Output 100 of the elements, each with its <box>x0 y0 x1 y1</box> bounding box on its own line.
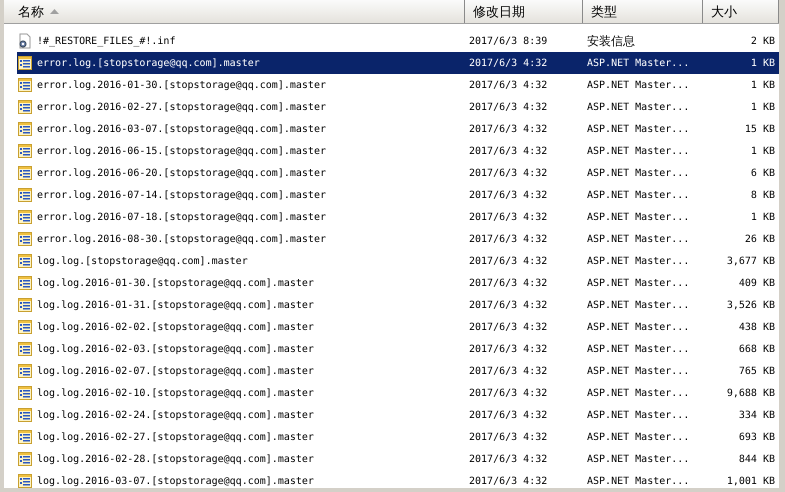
file-row[interactable]: log.log.2016-02-02.[stopstorage@qq.com].master 2017/6/3 4:32 ASP.NET Master... 438 KB <box>4 316 779 338</box>
file-type: ASP.NET Master... <box>586 410 690 420</box>
file-size: 1 KB <box>750 102 776 112</box>
file-row[interactable]: log.log.2016-02-03.[stopstorage@qq.com].master 2017/6/3 4:32 ASP.NET Master... 668 KB <box>4 338 779 360</box>
file-name: log.log.2016-02-10.[stopstorage@qq.com].master <box>37 388 314 398</box>
document-list-icon <box>17 209 33 225</box>
document-list-icon <box>17 55 33 71</box>
file-size: 1 KB <box>750 58 776 68</box>
file-name: error.log.2016-06-15.[stopstorage@qq.com].master <box>37 146 326 156</box>
document-list-icon <box>17 231 33 247</box>
file-type: ASP.NET Master... <box>586 256 690 266</box>
file-size: 668 KB <box>738 344 776 354</box>
file-row[interactable]: log.log.2016-01-31.[stopstorage@qq.com].master 2017/6/3 4:32 ASP.NET Master... 3,526 KB <box>4 294 779 316</box>
settings-file-icon <box>17 33 33 49</box>
file-name: log.log.2016-01-30.[stopstorage@qq.com].master <box>37 278 314 288</box>
file-row[interactable]: log.log.2016-01-30.[stopstorage@qq.com].master 2017/6/3 4:32 ASP.NET Master... 409 KB <box>4 272 779 294</box>
file-type: ASP.NET Master... <box>586 80 690 90</box>
column-header[interactable]: 名称 <box>4 0 465 23</box>
file-name: error.log.2016-03-07.[stopstorage@qq.com].master <box>37 124 326 134</box>
file-row[interactable]: error.log.2016-08-30.[stopstorage@qq.com].master 2017/6/3 4:32 ASP.NET Master... 26 KB <box>4 228 779 250</box>
file-row[interactable]: error.log.2016-06-15.[stopstorage@qq.com].master 2017/6/3 4:32 ASP.NET Master... 1 KB <box>4 140 779 162</box>
modified-date: 2017/6/3 4:32 <box>468 168 548 178</box>
modified-date: 2017/6/3 4:32 <box>468 322 548 332</box>
file-name: log.log.2016-02-03.[stopstorage@qq.com].master <box>37 344 314 354</box>
document-list-icon <box>17 363 33 379</box>
file-row[interactable]: error.log.2016-01-30.[stopstorage@qq.com].master 2017/6/3 4:32 ASP.NET Master... 1 KB <box>4 74 779 96</box>
file-size: 438 KB <box>738 322 776 332</box>
file-name: error.log.2016-07-18.[stopstorage@qq.com].master <box>37 212 326 222</box>
file-row[interactable]: error.log.[stopstorage@qq.com].master 2017/6/3 4:32 ASP.NET Master... 1 KB <box>17 52 779 74</box>
modified-date: 2017/6/3 4:32 <box>468 124 548 134</box>
file-row[interactable]: log.log.2016-02-27.[stopstorage@qq.com].master 2017/6/3 4:32 ASP.NET Master... 693 KB <box>4 426 779 448</box>
file-row[interactable]: log.log.2016-02-28.[stopstorage@qq.com].master 2017/6/3 4:32 ASP.NET Master... 844 KB <box>4 448 779 470</box>
file-row[interactable]: error.log.2016-07-18.[stopstorage@qq.com].master 2017/6/3 4:32 ASP.NET Master... 1 KB <box>4 206 779 228</box>
file-type: ASP.NET Master... <box>586 300 690 310</box>
column-header[interactable]: 修改日期 <box>465 0 583 23</box>
file-type: ASP.NET Master... <box>586 102 690 112</box>
file-name: error.log.2016-01-30.[stopstorage@qq.com].master <box>37 80 326 90</box>
file-row[interactable]: log.log.2016-02-24.[stopstorage@qq.com].master 2017/6/3 4:32 ASP.NET Master... 334 KB <box>4 404 779 426</box>
modified-date: 2017/6/3 4:32 <box>468 454 548 464</box>
modified-date: 2017/6/3 4:32 <box>468 278 548 288</box>
file-name: log.log.2016-02-02.[stopstorage@qq.com].master <box>37 322 314 332</box>
file-name: log.log.[stopstorage@qq.com].master <box>37 256 248 266</box>
file-type: ASP.NET Master... <box>586 344 690 354</box>
document-list-icon <box>17 143 33 159</box>
file-name: log.log.2016-03-07.[stopstorage@qq.com].master <box>37 476 314 486</box>
file-size: 1 KB <box>750 146 776 156</box>
modified-date: 2017/6/3 4:32 <box>468 476 548 486</box>
modified-date: 2017/6/3 4:32 <box>468 80 548 90</box>
document-list-icon <box>17 121 33 137</box>
modified-date: 2017/6/3 4:32 <box>468 410 548 420</box>
document-list-icon <box>17 341 33 357</box>
file-row[interactable]: log.log.[stopstorage@qq.com].master 2017/6/3 4:32 ASP.NET Master... 3,677 KB <box>4 250 779 272</box>
file-row[interactable]: log.log.2016-02-07.[stopstorage@qq.com].master 2017/6/3 4:32 ASP.NET Master... 765 KB <box>4 360 779 382</box>
file-row[interactable]: log.log.2016-02-10.[stopstorage@qq.com].master 2017/6/3 4:32 ASP.NET Master... 9,688 KB <box>4 382 779 404</box>
document-list-icon <box>17 319 33 335</box>
file-name: error.log.[stopstorage@qq.com].master <box>37 58 260 68</box>
file-size: 3,677 KB <box>726 256 776 266</box>
modified-date: 2017/6/3 4:32 <box>468 344 548 354</box>
file-size: 2 KB <box>750 36 776 46</box>
file-row[interactable]: error.log.2016-07-14.[stopstorage@qq.com].master 2017/6/3 4:32 ASP.NET Master... 8 KB <box>4 184 779 206</box>
file-row[interactable]: error.log.2016-02-27.[stopstorage@qq.com].master 2017/6/3 4:32 ASP.NET Master... 1 KB <box>4 96 779 118</box>
modified-date: 2017/6/3 4:32 <box>468 212 548 222</box>
modified-date: 2017/6/3 4:32 <box>468 146 548 156</box>
document-list-icon <box>17 473 33 488</box>
document-list-icon <box>17 165 33 181</box>
document-list-icon <box>17 77 33 93</box>
file-type: ASP.NET Master... <box>586 212 690 222</box>
file-type: ASP.NET Master... <box>586 278 690 288</box>
file-row[interactable]: log.log.2016-03-07.[stopstorage@qq.com].master 2017/6/3 4:32 ASP.NET Master... 1,001 KB <box>4 470 779 488</box>
file-row[interactable]: error.log.2016-03-07.[stopstorage@qq.com].master 2017/6/3 4:32 ASP.NET Master... 15 KB <box>4 118 779 140</box>
document-list-icon <box>17 385 33 401</box>
modified-date: 2017/6/3 8:39 <box>468 36 548 46</box>
document-list-icon <box>17 429 33 445</box>
modified-date: 2017/6/3 4:32 <box>468 234 548 244</box>
file-size: 409 KB <box>738 278 776 288</box>
document-list-icon <box>17 187 33 203</box>
file-name: log.log.2016-02-24.[stopstorage@qq.com].master <box>37 410 314 420</box>
modified-date: 2017/6/3 4:32 <box>468 300 548 310</box>
column-header[interactable]: 类型 <box>583 0 703 23</box>
file-type: ASP.NET Master... <box>586 322 690 332</box>
document-list-icon <box>17 253 33 269</box>
file-row[interactable]: error.log.2016-06-20.[stopstorage@qq.com].master 2017/6/3 4:32 ASP.NET Master... 6 KB <box>4 162 779 184</box>
modified-date: 2017/6/3 4:32 <box>468 388 548 398</box>
file-name: log.log.2016-01-31.[stopstorage@qq.com].master <box>37 300 314 310</box>
file-type: ASP.NET Master... <box>586 168 690 178</box>
document-list-icon <box>17 407 33 423</box>
document-list-icon <box>17 451 33 467</box>
file-size: 334 KB <box>738 410 776 420</box>
file-type: ASP.NET Master... <box>586 366 690 376</box>
file-type: ASP.NET Master... <box>586 388 690 398</box>
file-type: 安装信息 <box>586 32 636 50</box>
file-row[interactable]: !#_RESTORE_FILES_#!.inf 2017/6/3 8:39 安装信息 2 KB <box>4 30 779 52</box>
file-name: error.log.2016-06-20.[stopstorage@qq.com].master <box>37 168 326 178</box>
file-size: 765 KB <box>738 366 776 376</box>
modified-date: 2017/6/3 4:32 <box>468 190 548 200</box>
file-name: !#_RESTORE_FILES_#!.inf <box>37 36 176 46</box>
modified-date: 2017/6/3 4:32 <box>468 58 548 68</box>
column-header[interactable]: 大小 <box>703 0 779 23</box>
file-size: 693 KB <box>738 432 776 442</box>
document-list-icon <box>17 99 33 115</box>
